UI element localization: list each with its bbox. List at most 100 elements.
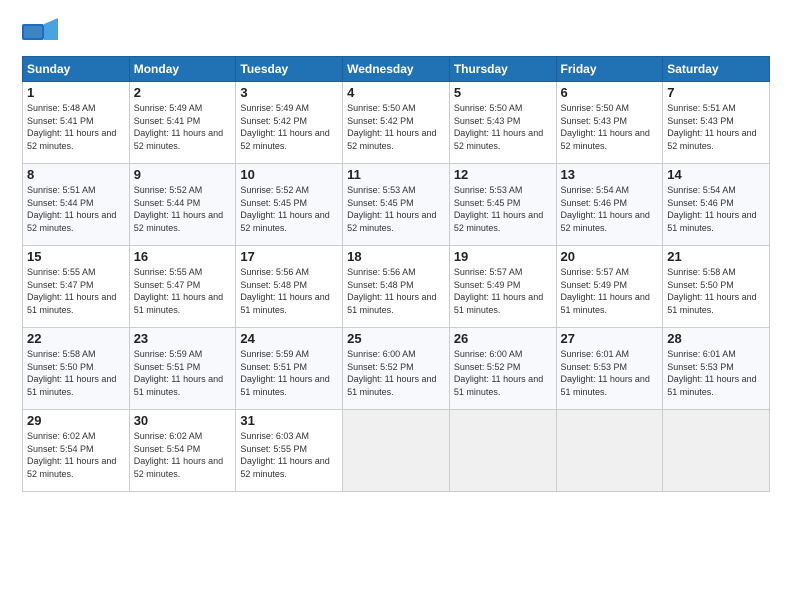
calendar-cell: 16 Sunrise: 5:55 AMSunset: 5:47 PMDayligh…	[129, 246, 236, 328]
calendar-cell: 17 Sunrise: 5:56 AMSunset: 5:48 PMDayligh…	[236, 246, 343, 328]
calendar-cell: 6Sunrise: 5:50 AMSunset: 5:43 PMDaylight…	[556, 82, 663, 164]
day-number: 25	[347, 331, 445, 346]
calendar-cell: 4Sunrise: 5:50 AMSunset: 5:42 PMDaylight…	[343, 82, 450, 164]
calendar-cell: 1 Sunrise: 5:48 AMSunset: 5:41 PMDaylight…	[23, 82, 130, 164]
day-number: 17	[240, 249, 338, 264]
calendar-cell: 14 Sunrise: 5:54 AMSunset: 5:46 PMDayligh…	[663, 164, 770, 246]
day-number: 18	[347, 249, 445, 264]
day-info: Sunrise: 6:01 AMSunset: 5:53 PMDaylight:…	[667, 348, 765, 398]
day-info: Sunrise: 5:58 AMSunset: 5:50 PMDaylight:…	[27, 348, 125, 398]
day-info: Sunrise: 5:53 AMSunset: 5:45 PMDaylight:…	[454, 184, 552, 234]
calendar-cell: 18 Sunrise: 5:56 AMSunset: 5:48 PMDayligh…	[343, 246, 450, 328]
calendar-cell: 25Sunrise: 6:00 AMSunset: 5:52 PMDayligh…	[343, 328, 450, 410]
day-number: 12	[454, 167, 552, 182]
weekday-header-thursday: Thursday	[449, 57, 556, 82]
day-info: Sunrise: 5:52 AMSunset: 5:44 PMDaylight:…	[134, 184, 232, 234]
day-number: 9	[134, 167, 232, 182]
day-info: Sunrise: 5:49 AMSunset: 5:41 PMDaylight:…	[134, 102, 232, 152]
calendar-cell: 15Sunrise: 5:55 AMSunset: 5:47 PMDayligh…	[23, 246, 130, 328]
day-number: 21	[667, 249, 765, 264]
calendar-week-5: 29 Sunrise: 6:02 AMSunset: 5:54 PMDayligh…	[23, 410, 770, 492]
calendar-cell: 11 Sunrise: 5:53 AMSunset: 5:45 PMDayligh…	[343, 164, 450, 246]
day-info: Sunrise: 5:50 AMSunset: 5:43 PMDaylight:…	[561, 102, 659, 152]
calendar-cell: 7 Sunrise: 5:51 AMSunset: 5:43 PMDaylight…	[663, 82, 770, 164]
day-info: Sunrise: 5:59 AMSunset: 5:51 PMDaylight:…	[240, 348, 338, 398]
calendar-cell: 30 Sunrise: 6:02 AMSunset: 5:54 PMDayligh…	[129, 410, 236, 492]
calendar-cell: 29Sunrise: 6:02 AMSunset: 5:54 PMDayligh…	[23, 410, 130, 492]
weekday-header-friday: Friday	[556, 57, 663, 82]
weekday-header-monday: Monday	[129, 57, 236, 82]
day-number: 20	[561, 249, 659, 264]
calendar-cell: 9 Sunrise: 5:52 AMSunset: 5:44 PMDaylight…	[129, 164, 236, 246]
day-info: Sunrise: 6:00 AMSunset: 5:52 PMDaylight:…	[454, 348, 552, 398]
day-info: Sunrise: 5:56 AMSunset: 5:48 PMDaylight:…	[347, 266, 445, 316]
calendar-cell: 12 Sunrise: 5:53 AMSunset: 5:45 PMDayligh…	[449, 164, 556, 246]
calendar-cell: 3Sunrise: 5:49 AMSunset: 5:42 PMDaylight…	[236, 82, 343, 164]
day-number: 29	[27, 413, 125, 428]
day-number: 30	[134, 413, 232, 428]
weekday-header-wednesday: Wednesday	[343, 57, 450, 82]
day-info: Sunrise: 5:53 AMSunset: 5:45 PMDaylight:…	[347, 184, 445, 234]
day-info: Sunrise: 5:54 AMSunset: 5:46 PMDaylight:…	[667, 184, 765, 234]
calendar-cell: 28 Sunrise: 6:01 AMSunset: 5:53 PMDayligh…	[663, 328, 770, 410]
day-info: Sunrise: 5:57 AMSunset: 5:49 PMDaylight:…	[561, 266, 659, 316]
day-number: 28	[667, 331, 765, 346]
calendar: SundayMondayTuesdayWednesdayThursdayFrid…	[22, 56, 770, 492]
calendar-week-3: 15Sunrise: 5:55 AMSunset: 5:47 PMDayligh…	[23, 246, 770, 328]
day-info: Sunrise: 5:55 AMSunset: 5:47 PMDaylight:…	[27, 266, 125, 316]
calendar-cell	[663, 410, 770, 492]
day-number: 23	[134, 331, 232, 346]
day-info: Sunrise: 5:52 AMSunset: 5:45 PMDaylight:…	[240, 184, 338, 234]
day-number: 1	[27, 85, 125, 100]
logo-icon	[22, 18, 58, 46]
calendar-cell	[449, 410, 556, 492]
day-number: 14	[667, 167, 765, 182]
calendar-cell: 8Sunrise: 5:51 AMSunset: 5:44 PMDaylight…	[23, 164, 130, 246]
calendar-week-4: 22Sunrise: 5:58 AMSunset: 5:50 PMDayligh…	[23, 328, 770, 410]
calendar-cell	[556, 410, 663, 492]
day-number: 11	[347, 167, 445, 182]
day-info: Sunrise: 5:48 AMSunset: 5:41 PMDaylight:…	[27, 102, 125, 152]
day-number: 16	[134, 249, 232, 264]
day-info: Sunrise: 5:56 AMSunset: 5:48 PMDaylight:…	[240, 266, 338, 316]
weekday-header-row: SundayMondayTuesdayWednesdayThursdayFrid…	[23, 57, 770, 82]
day-info: Sunrise: 6:03 AMSunset: 5:55 PMDaylight:…	[240, 430, 338, 480]
day-info: Sunrise: 5:51 AMSunset: 5:43 PMDaylight:…	[667, 102, 765, 152]
day-info: Sunrise: 5:58 AMSunset: 5:50 PMDaylight:…	[667, 266, 765, 316]
day-info: Sunrise: 5:57 AMSunset: 5:49 PMDaylight:…	[454, 266, 552, 316]
calendar-cell: 20 Sunrise: 5:57 AMSunset: 5:49 PMDayligh…	[556, 246, 663, 328]
day-info: Sunrise: 5:50 AMSunset: 5:43 PMDaylight:…	[454, 102, 552, 152]
calendar-cell	[343, 410, 450, 492]
calendar-week-2: 8Sunrise: 5:51 AMSunset: 5:44 PMDaylight…	[23, 164, 770, 246]
day-number: 2	[134, 85, 232, 100]
day-number: 31	[240, 413, 338, 428]
day-info: Sunrise: 5:54 AMSunset: 5:46 PMDaylight:…	[561, 184, 659, 234]
day-info: Sunrise: 5:49 AMSunset: 5:42 PMDaylight:…	[240, 102, 338, 152]
day-number: 10	[240, 167, 338, 182]
calendar-cell: 13 Sunrise: 5:54 AMSunset: 5:46 PMDayligh…	[556, 164, 663, 246]
day-number: 5	[454, 85, 552, 100]
day-number: 7	[667, 85, 765, 100]
calendar-cell: 10 Sunrise: 5:52 AMSunset: 5:45 PMDayligh…	[236, 164, 343, 246]
calendar-cell: 5 Sunrise: 5:50 AMSunset: 5:43 PMDaylight…	[449, 82, 556, 164]
calendar-cell: 2 Sunrise: 5:49 AMSunset: 5:41 PMDaylight…	[129, 82, 236, 164]
calendar-body: 1 Sunrise: 5:48 AMSunset: 5:41 PMDaylight…	[23, 82, 770, 492]
calendar-week-1: 1 Sunrise: 5:48 AMSunset: 5:41 PMDaylight…	[23, 82, 770, 164]
day-number: 8	[27, 167, 125, 182]
day-info: Sunrise: 5:59 AMSunset: 5:51 PMDaylight:…	[134, 348, 232, 398]
day-number: 19	[454, 249, 552, 264]
weekday-header-saturday: Saturday	[663, 57, 770, 82]
day-number: 26	[454, 331, 552, 346]
calendar-cell: 22Sunrise: 5:58 AMSunset: 5:50 PMDayligh…	[23, 328, 130, 410]
calendar-cell: 31 Sunrise: 6:03 AMSunset: 5:55 PMDayligh…	[236, 410, 343, 492]
calendar-cell: 26 Sunrise: 6:00 AMSunset: 5:52 PMDayligh…	[449, 328, 556, 410]
day-info: Sunrise: 6:01 AMSunset: 5:53 PMDaylight:…	[561, 348, 659, 398]
header	[22, 18, 770, 46]
calendar-cell: 24Sunrise: 5:59 AMSunset: 5:51 PMDayligh…	[236, 328, 343, 410]
day-number: 13	[561, 167, 659, 182]
day-info: Sunrise: 5:55 AMSunset: 5:47 PMDaylight:…	[134, 266, 232, 316]
calendar-cell: 27Sunrise: 6:01 AMSunset: 5:53 PMDayligh…	[556, 328, 663, 410]
day-info: Sunrise: 6:02 AMSunset: 5:54 PMDaylight:…	[134, 430, 232, 480]
weekday-header-sunday: Sunday	[23, 57, 130, 82]
calendar-cell: 23 Sunrise: 5:59 AMSunset: 5:51 PMDayligh…	[129, 328, 236, 410]
